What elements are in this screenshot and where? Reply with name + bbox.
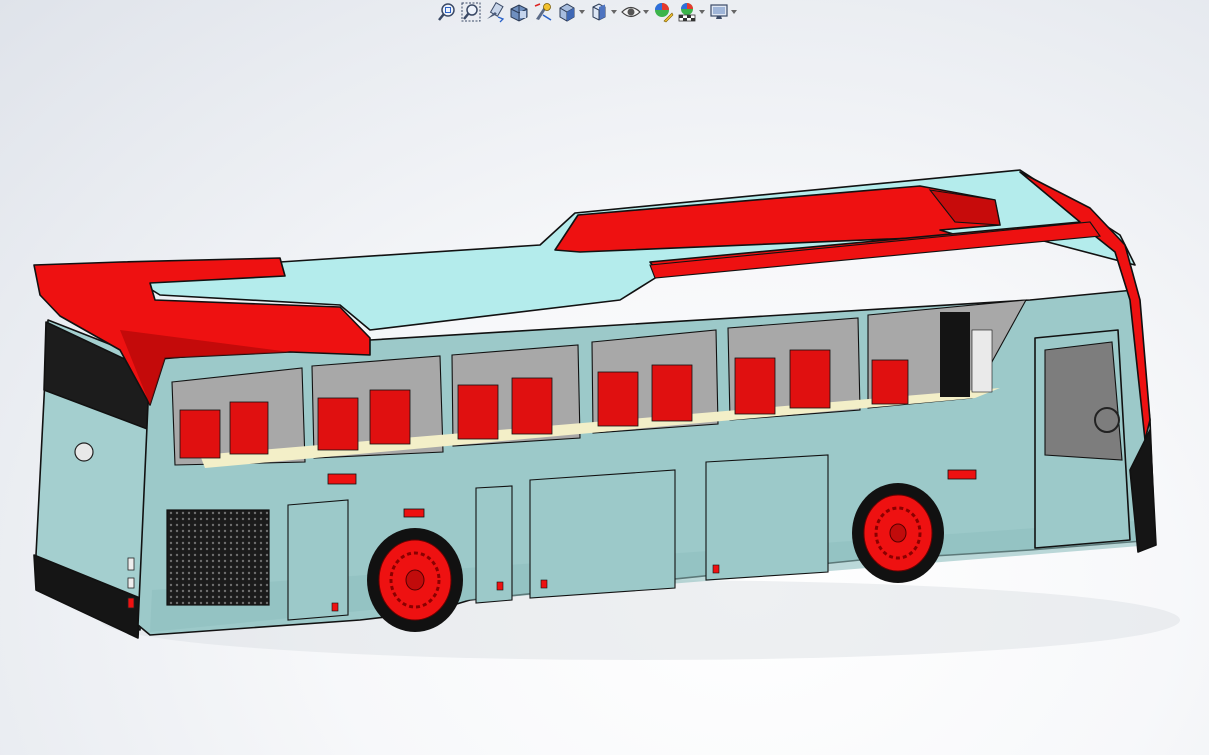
hatch-latch-2	[496, 581, 504, 591]
front-hub	[889, 523, 907, 543]
seat-5	[457, 384, 499, 440]
seat-1	[179, 409, 221, 459]
graphics-area[interactable]	[0, 0, 1209, 755]
rear-hub	[405, 569, 425, 591]
hatch-2	[475, 485, 513, 604]
bus-3d-model[interactable]	[33, 169, 1157, 639]
seat-7	[597, 371, 639, 427]
rear-wheel[interactable]	[367, 528, 463, 632]
hatch-3	[529, 469, 676, 599]
hatch-latch-3	[540, 579, 548, 589]
seat-4	[369, 389, 411, 445]
seat-8	[651, 364, 693, 422]
seat-2	[229, 401, 269, 455]
side-marker-2	[403, 508, 425, 518]
interior-partition	[940, 312, 970, 397]
hatch-4	[705, 454, 829, 581]
rear-light-1	[127, 557, 135, 571]
side-marker-1	[327, 473, 357, 485]
side-marker-3	[947, 469, 977, 480]
hatch-1	[287, 499, 349, 621]
seat-6	[511, 377, 553, 435]
interior-cabinet	[971, 329, 993, 393]
rear-light-3	[127, 597, 135, 609]
seat-10	[789, 349, 831, 409]
front-wheel[interactable]	[852, 483, 944, 583]
rear-light-2	[127, 577, 135, 589]
rear-badge-emblem	[74, 442, 94, 462]
hatch-latch-4	[712, 564, 720, 574]
rear-engine-grille	[166, 509, 270, 606]
seat-9	[734, 357, 776, 415]
door-window	[1044, 341, 1123, 461]
seat-11	[871, 359, 909, 405]
seat-3	[317, 397, 359, 451]
hatch-latch-1	[331, 602, 339, 612]
